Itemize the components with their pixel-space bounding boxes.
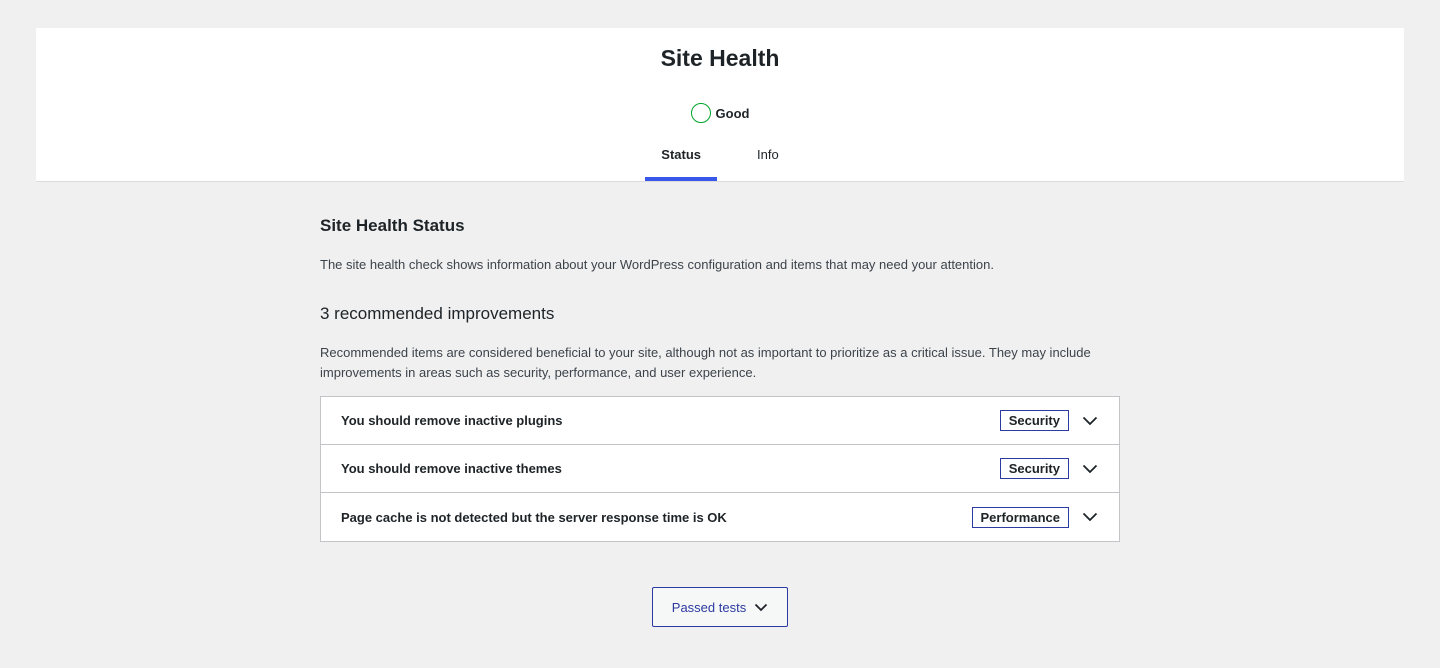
passed-tests-button[interactable]: Passed tests [652,587,788,627]
page-title: Site Health [660,45,780,71]
issue-badge: Security [999,458,1069,479]
passed-tests-label: Passed tests [671,599,747,615]
issues-accordion: You should remove inactive plugins Secur… [320,396,1120,542]
chevron-down-icon [755,603,768,611]
tab-info[interactable]: Info [741,141,795,181]
issue-title: Page cache is not detected but the serve… [341,509,727,525]
section-title: Site Health Status [320,216,465,235]
issue-badge: Security [999,410,1069,431]
issue-badge: Performance [971,506,1069,528]
health-status-label: Good [715,105,750,121]
improvements-heading: 3 recommended improvements [320,304,555,323]
issue-item-inactive-plugins[interactable]: You should remove inactive plugins Secur… [321,397,1119,445]
improvements-description: Recommended items are considered benefic… [320,345,1091,380]
site-health-header: Site Health Good Status Info [36,28,1404,182]
issue-title: You should remove inactive themes [341,461,562,476]
issue-item-page-cache[interactable]: Page cache is not detected but the serve… [321,493,1119,541]
section-description: The site health check shows information … [320,257,994,272]
chevron-down-icon[interactable] [1081,508,1099,526]
chevron-down-icon[interactable] [1081,412,1099,430]
issue-item-inactive-themes[interactable]: You should remove inactive themes Securi… [321,445,1119,493]
issue-title: You should remove inactive plugins [341,413,563,428]
tab-status[interactable]: Status [645,141,718,181]
main-content: Site Health Status The site health check… [320,215,1120,542]
tab-bar: Status Info [36,141,1404,181]
health-progress-ring-icon [690,103,711,123]
health-status: Good [36,103,1404,123]
chevron-down-icon[interactable] [1081,460,1099,478]
